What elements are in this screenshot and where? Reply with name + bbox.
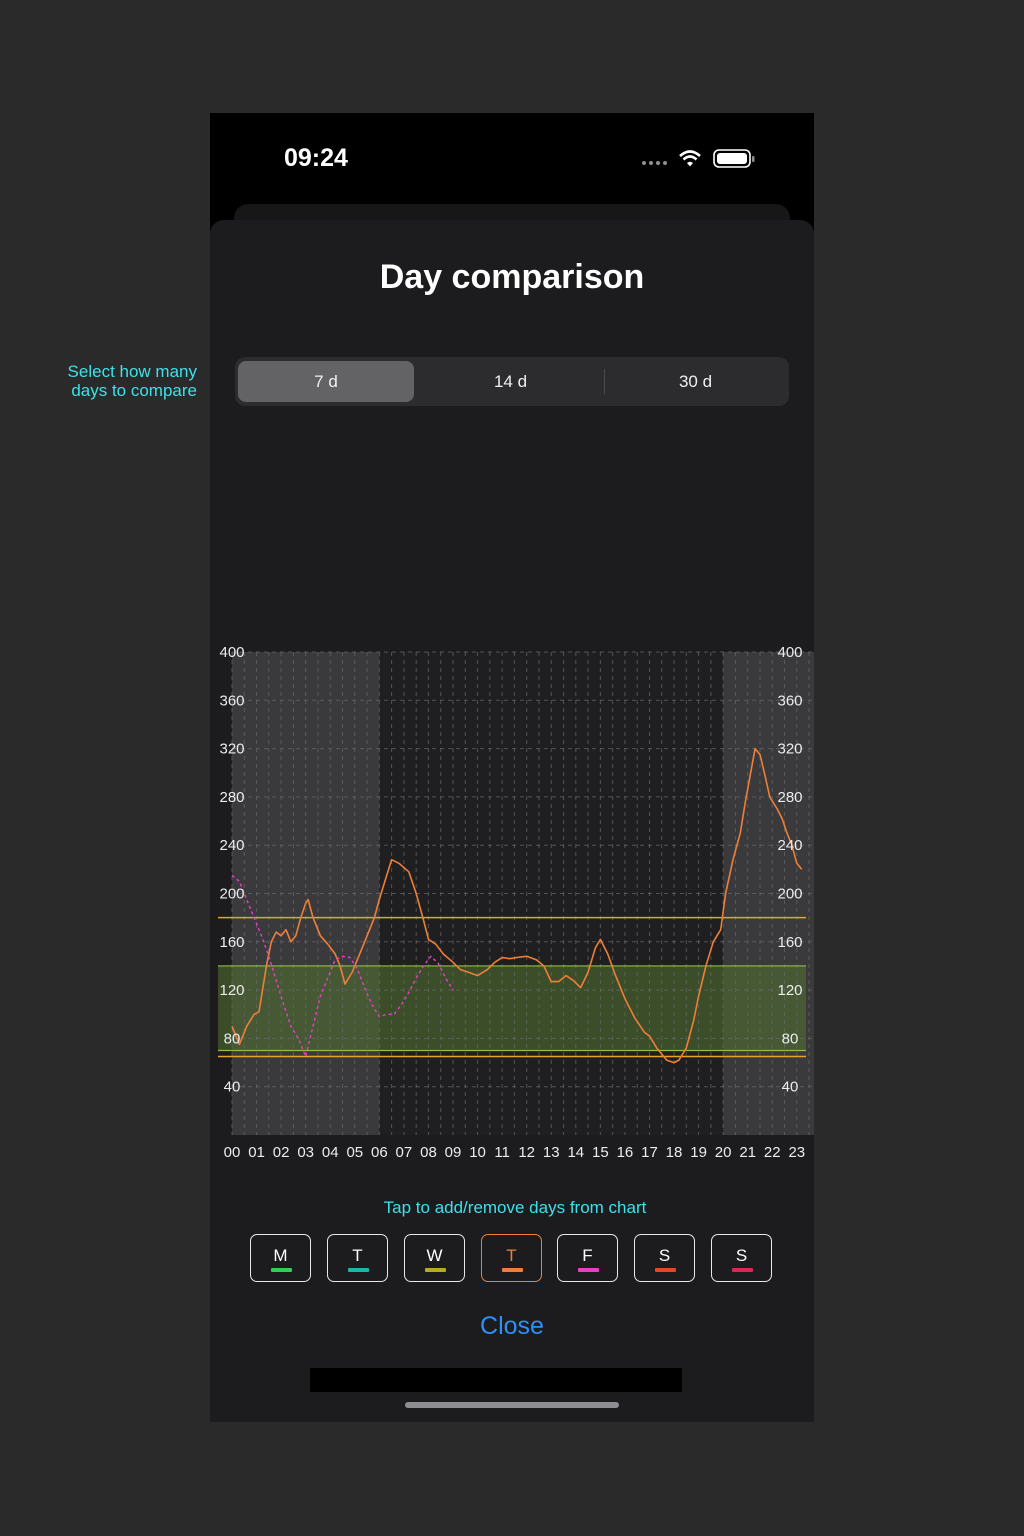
segment-30d[interactable]: 30 d [605,361,786,402]
x-tick-label: 15 [592,1144,609,1161]
status-time: 09:24 [284,144,348,172]
x-tick-label: 07 [396,1144,413,1161]
segment-14d[interactable]: 14 d [418,361,603,402]
day-label: F [582,1246,593,1265]
close-button[interactable]: Close [210,1312,814,1341]
wifi-icon [679,150,701,167]
day-toggle-friday[interactable]: F [557,1234,618,1282]
x-tick-label: 16 [617,1144,634,1161]
segment-hint-annotation: Select how many days to compare [67,362,197,400]
day-color-swatch [271,1268,292,1272]
x-tick-label: 19 [690,1144,707,1161]
day-comparison-sheet: Day comparison 7 d 14 d 30 d 40 40 80 80 120… [210,220,814,1422]
day-toggle-row: M T W T F S S [250,1234,780,1286]
y-tick-label-left: 160 [219,934,244,951]
status-bar: 09:24 [210,113,814,203]
chart-svg: 40 4080 80120 120160 160200 200240 240280 28032… [218,644,814,1161]
day-label: T [352,1246,363,1265]
page-title: Day comparison [379,258,645,296]
y-tick-label-right: 40 [782,1079,799,1096]
bottom-black-bar [310,1368,682,1392]
glucose-chart: 40 40 80 80 120 120 160 160 200 200 240 240 280 280 32… [210,630,814,1170]
y-tick-label-right: 120 [777,982,802,999]
day-color-swatch [425,1268,446,1272]
days-hint-annotation: Tap to add/remove days from chart [383,1198,647,1217]
y-tick-label-right: 80 [782,1030,799,1047]
day-label: T [506,1246,517,1265]
signal-dots-icon [642,161,667,165]
x-tick-label: 06 [371,1144,388,1161]
day-color-swatch [655,1268,676,1272]
y-tick-label-right: 360 [777,692,802,709]
y-tick-label-right: 200 [777,886,802,903]
y-tick-label-right: 280 [777,789,802,806]
day-label: S [658,1246,671,1265]
days-segmented-control: 7 d 14 d 30 d [235,357,789,406]
day-color-swatch [732,1268,753,1272]
x-tick-label: 09 [445,1144,462,1161]
y-tick-label-left: 200 [219,886,244,903]
x-tick-label: 22 [764,1144,781,1161]
day-toggle-thursday[interactable]: T [481,1234,542,1282]
x-tick-label: 11 [494,1144,510,1161]
x-tick-label: 02 [273,1144,290,1161]
x-tick-label: 05 [346,1144,363,1161]
x-tick-label: 12 [518,1144,535,1161]
day-color-swatch [502,1268,523,1272]
y-tick-label-left: 360 [219,692,244,709]
battery-icon [713,149,755,168]
y-tick-label-left: 80 [224,1030,241,1047]
day-toggle-wednesday[interactable]: W [404,1234,465,1282]
y-tick-label-left: 280 [219,789,244,806]
y-tick-label-left: 40 [224,1079,241,1096]
x-tick-label: 14 [567,1144,584,1161]
day-toggle-saturday[interactable]: S [634,1234,695,1282]
x-tick-label: 04 [322,1144,339,1161]
day-label: S [735,1246,748,1265]
x-tick-label: 18 [666,1144,683,1161]
y-tick-label-right: 320 [777,741,802,758]
y-tick-label-right: 240 [777,837,802,854]
day-color-swatch [348,1268,369,1272]
day-color-swatch [578,1268,599,1272]
day-toggle-monday[interactable]: M [250,1234,311,1282]
day-toggle-sunday[interactable]: S [711,1234,772,1282]
x-tick-label: 08 [420,1144,437,1161]
x-tick-label: 00 [224,1144,241,1161]
x-tick-label: 17 [641,1144,658,1161]
day-label: M [273,1246,288,1265]
segment-7d[interactable]: 7 d [238,361,414,402]
x-tick-label: 13 [543,1144,560,1161]
status-icons [636,147,766,171]
day-toggle-tuesday[interactable]: T [327,1234,388,1282]
phone-screen: 09:24 Day comparison 7 d 14 d 30 d 40 40… [210,113,814,1422]
y-tick-label-left: 320 [219,741,244,758]
home-indicator [405,1402,619,1408]
y-tick-label-right: 400 [777,644,802,661]
x-tick-label: 03 [297,1144,314,1161]
day-label: W [426,1246,443,1265]
y-tick-label-right: 160 [777,934,802,951]
x-tick-label: 21 [739,1144,756,1161]
y-tick-label-left: 120 [219,982,244,999]
x-tick-label: 01 [248,1144,265,1161]
x-tick-label: 23 [788,1144,805,1161]
y-tick-label-left: 400 [219,644,244,661]
x-tick-label: 10 [469,1144,486,1161]
target-range-band [218,965,806,1051]
x-tick-label: 20 [715,1144,732,1161]
y-tick-label-left: 240 [219,837,244,854]
